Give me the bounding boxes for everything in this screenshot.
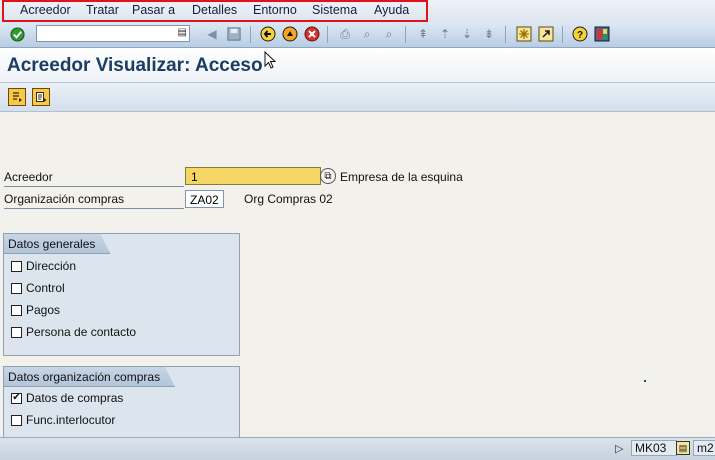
contact-person-checkbox-label: Persona de contacto	[26, 325, 137, 339]
search-help-icon[interactable]: ⧉	[320, 168, 336, 184]
vendor-field[interactable]	[185, 167, 321, 185]
contact-person-checkbox[interactable]	[11, 326, 22, 338]
exit-icon[interactable]	[281, 25, 299, 43]
checkbox-row-purchasing-data[interactable]: ✔ Datos de compras	[11, 389, 123, 407]
next-page-icon[interactable]: ⇣	[458, 25, 476, 43]
general-data-title: Datos generales	[4, 234, 110, 254]
checkbox-row-contact-person[interactable]: Persona de contacto	[11, 323, 136, 341]
status-expand-icon[interactable]: ▷	[615, 440, 627, 456]
other-vendor-icon[interactable]	[8, 88, 26, 106]
status-bar	[0, 437, 715, 460]
control-checkbox[interactable]	[11, 282, 22, 294]
command-field[interactable]: ▤	[36, 25, 190, 42]
application-toolbar	[0, 83, 715, 112]
menu-pasar-a[interactable]: Pasar a	[132, 3, 175, 17]
toolbar-separator	[562, 26, 563, 43]
previous-page-icon[interactable]: ⇡	[436, 25, 454, 43]
partner-functions-checkbox[interactable]	[11, 414, 22, 426]
purchasing-data-checkbox[interactable]: ✔	[11, 392, 22, 404]
find-icon[interactable]: ⌕	[358, 25, 376, 43]
purchasing-data-title: Datos organización compras	[4, 367, 175, 387]
cursor-dot	[644, 380, 646, 382]
menu-acreedor[interactable]: Acreedor	[20, 3, 71, 17]
cancel-icon[interactable]	[303, 25, 321, 43]
server-name: m2	[697, 441, 714, 455]
last-page-icon[interactable]: ⇟	[480, 25, 498, 43]
system-info-icon[interactable]: ▤	[676, 441, 690, 455]
address-checkbox-label: Dirección	[26, 259, 77, 273]
toolbar-separator	[405, 26, 406, 43]
purchasing-org-label-underline	[4, 208, 184, 209]
partner-functions-checkbox-label: Func.interlocutor	[26, 413, 116, 427]
status-server-segment: m2	[693, 440, 715, 456]
checkmark-icon: ✔	[12, 392, 21, 403]
save-icon[interactable]	[225, 25, 243, 43]
menu-entorno[interactable]: Entorno	[253, 3, 297, 17]
control-checkbox-label: Control	[26, 281, 65, 295]
new-session-icon[interactable]	[515, 25, 533, 43]
help-icon[interactable]: ?	[571, 25, 589, 43]
first-page-icon[interactable]: ⇞	[414, 25, 432, 43]
menu-tratar[interactable]: Tratar	[86, 3, 119, 17]
purchasing-data-group: Datos organización compras ✔ Datos de co…	[3, 366, 240, 437]
general-data-group: Datos generales Dirección Control Pagos …	[3, 233, 240, 356]
svg-text:?: ?	[577, 30, 583, 41]
mouse-cursor-icon	[264, 51, 277, 69]
find-next-icon[interactable]: ⌕	[380, 25, 398, 43]
command-input[interactable]	[39, 27, 173, 42]
toolbar-separator	[505, 26, 506, 43]
purchasing-org-label: Organización compras	[4, 192, 125, 206]
display-document-icon[interactable]	[32, 88, 50, 106]
back-icon[interactable]	[259, 25, 277, 43]
checkbox-row-address[interactable]: Dirección	[11, 257, 76, 275]
vendor-label-underline	[4, 186, 184, 187]
status-transaction-segment: MK03	[631, 440, 677, 456]
vendor-label: Acreedor	[4, 170, 53, 184]
purchasing-org-description: Org Compras 02	[244, 192, 333, 206]
enter-check-icon[interactable]	[8, 25, 26, 43]
history-dropdown-icon[interactable]: ▤	[178, 27, 187, 38]
print-icon[interactable]: ⎙	[336, 25, 354, 43]
menu-sistema[interactable]: Sistema	[312, 3, 357, 17]
purchasing-org-field[interactable]	[185, 190, 226, 208]
address-checkbox[interactable]	[11, 260, 22, 272]
payments-checkbox[interactable]	[11, 304, 22, 316]
toolbar-separator	[250, 26, 251, 43]
menu-ayuda[interactable]: Ayuda	[374, 3, 409, 17]
page-title: Acreedor Visualizar: Acceso	[7, 55, 263, 76]
shortcut-icon[interactable]	[537, 25, 555, 43]
vendor-description: Empresa de la esquina	[340, 170, 463, 184]
back-triangle-icon[interactable]: ◀	[203, 25, 221, 43]
purchasing-org-input[interactable]	[188, 192, 226, 208]
checkbox-row-partner-functions[interactable]: Func.interlocutor	[11, 411, 115, 429]
transaction-code: MK03	[635, 441, 667, 455]
layout-icon[interactable]	[593, 25, 611, 43]
purchasing-data-checkbox-label: Datos de compras	[26, 391, 124, 405]
menu-detalles[interactable]: Detalles	[192, 3, 237, 17]
checkbox-row-payments[interactable]: Pagos	[11, 301, 60, 319]
payments-checkbox-label: Pagos	[26, 303, 61, 317]
checkbox-row-control[interactable]: Control	[11, 279, 65, 297]
toolbar-separator	[327, 26, 328, 43]
vendor-input[interactable]	[189, 169, 321, 185]
